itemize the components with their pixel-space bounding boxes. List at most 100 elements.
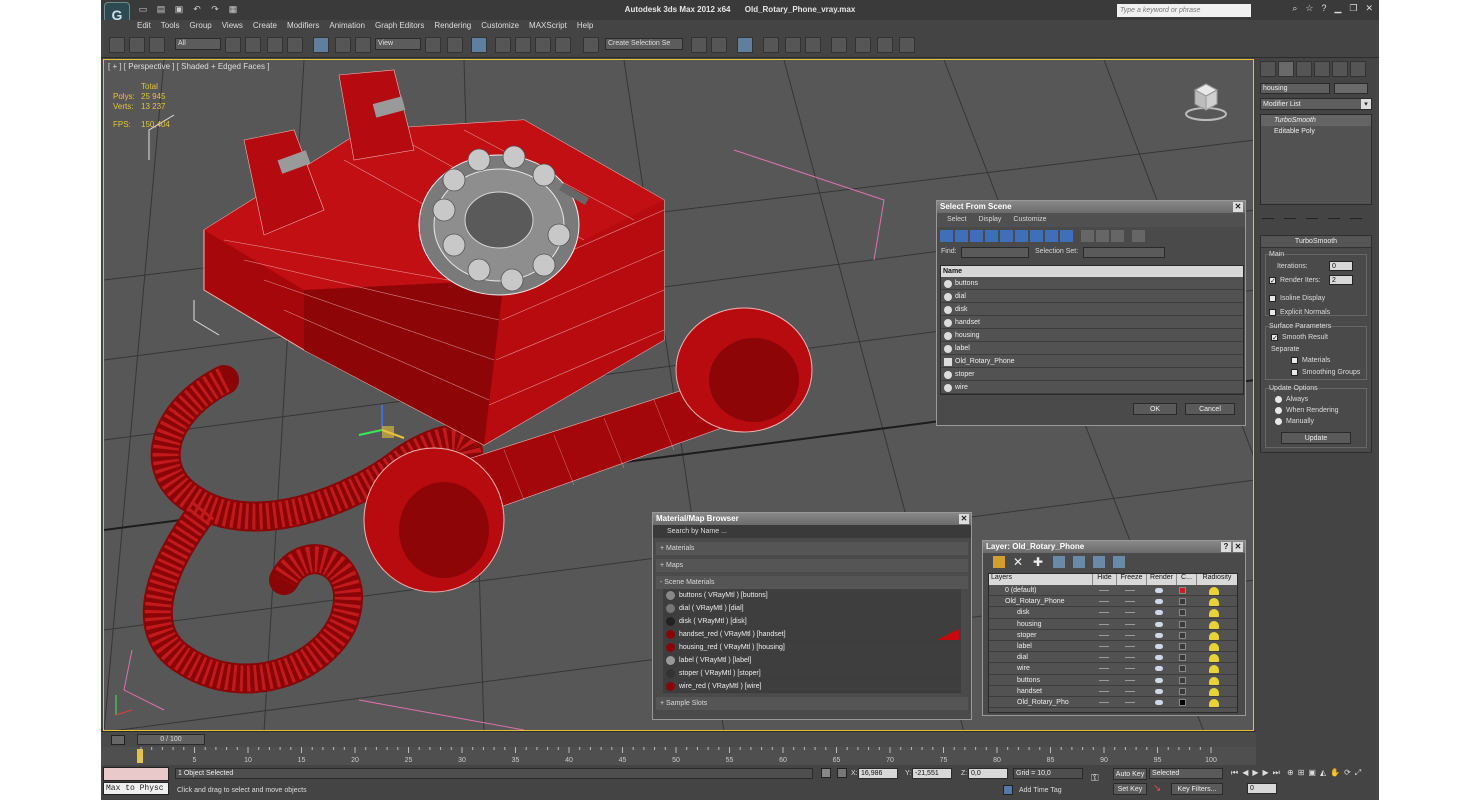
find-input[interactable] bbox=[961, 247, 1029, 258]
display-tab-icon[interactable] bbox=[1332, 61, 1348, 77]
iterations-spinner[interactable]: 0 bbox=[1329, 261, 1353, 271]
list-item[interactable]: buttons bbox=[941, 277, 1243, 290]
set-key-button[interactable]: Set Key bbox=[1113, 783, 1147, 795]
close-icon[interactable]: ✕ bbox=[1233, 202, 1243, 212]
freeze-toggle[interactable] bbox=[1125, 590, 1135, 591]
transform-gizmo-icon[interactable] bbox=[447, 37, 463, 53]
key-mode-icon[interactable]: ↘ bbox=[1153, 783, 1161, 794]
explicit-normals-checkbox[interactable] bbox=[1269, 308, 1276, 316]
auto-key-button[interactable]: Auto Key bbox=[1113, 768, 1147, 780]
material-editor-icon[interactable] bbox=[831, 37, 847, 53]
render-iters-checkbox[interactable]: ✓ bbox=[1269, 276, 1276, 285]
star-icon[interactable]: ☆ bbox=[1305, 3, 1313, 14]
isoline-checkbox[interactable] bbox=[1269, 294, 1276, 302]
highlight-layer-icon[interactable] bbox=[1073, 556, 1085, 568]
list-item[interactable]: stoper bbox=[941, 368, 1243, 381]
layer-color-swatch[interactable] bbox=[1179, 687, 1186, 695]
object-name-field[interactable]: housing bbox=[1260, 83, 1330, 94]
bind-space-warp-icon[interactable] bbox=[149, 37, 165, 53]
freeze-toggle[interactable] bbox=[1125, 690, 1135, 692]
display-xrefs-icon[interactable] bbox=[1045, 230, 1058, 242]
list-item[interactable]: handset_red ( VRayMtl ) [handset] bbox=[663, 628, 961, 641]
render-teapot-icon[interactable] bbox=[1155, 643, 1163, 649]
hide-toggle[interactable] bbox=[1099, 690, 1109, 692]
layer-color-swatch[interactable] bbox=[1179, 631, 1186, 639]
cancel-button[interactable]: Cancel bbox=[1185, 403, 1235, 415]
layer-row[interactable]: disk bbox=[989, 607, 1237, 619]
freeze-all-icon[interactable] bbox=[1113, 556, 1125, 568]
layer-row[interactable]: Old_Rotary_Pho bbox=[989, 697, 1237, 709]
menu-edit[interactable]: Edit bbox=[137, 20, 151, 34]
menu-customize[interactable]: Customize bbox=[481, 20, 519, 34]
select-and-move-icon[interactable] bbox=[313, 37, 329, 53]
menu-group[interactable]: Group bbox=[189, 20, 211, 34]
mini-curve-editor-icon[interactable] bbox=[111, 735, 125, 745]
create-tab-icon[interactable] bbox=[1260, 61, 1276, 77]
render-teapot-icon[interactable] bbox=[1155, 688, 1163, 694]
render-teapot-icon[interactable] bbox=[1155, 621, 1163, 627]
named-selection-set-dropdown[interactable]: Create Selection Se bbox=[605, 38, 683, 50]
freeze-toggle[interactable] bbox=[1125, 679, 1135, 681]
key-icon[interactable]: ⚿ bbox=[1091, 773, 1099, 784]
render-teapot-icon[interactable] bbox=[1155, 588, 1163, 593]
make-unique-icon[interactable] bbox=[1306, 207, 1318, 219]
layer-color-swatch[interactable] bbox=[1179, 587, 1186, 594]
hide-toggle[interactable] bbox=[1099, 634, 1109, 636]
display-all-icon[interactable] bbox=[1081, 230, 1094, 242]
object-color-swatch[interactable] bbox=[1334, 83, 1368, 94]
scene-materials-group-header[interactable]: - Scene Materials bbox=[656, 576, 968, 589]
sfs-menu-select[interactable]: Select bbox=[947, 216, 966, 224]
list-item[interactable]: housing_red ( VRayMtl ) [housing] bbox=[663, 641, 961, 654]
perspective-viewport[interactable]: [ + ] [ Perspective ] [ Shaded + Edged F… bbox=[103, 59, 1254, 731]
radiosity-icon[interactable] bbox=[1209, 698, 1219, 707]
utilities-tab-icon[interactable] bbox=[1350, 61, 1366, 77]
sample-slots-group-header[interactable]: + Sample Slots bbox=[656, 697, 968, 710]
freeze-toggle[interactable] bbox=[1125, 645, 1135, 647]
render-teapot-icon[interactable] bbox=[1155, 610, 1163, 616]
layer-color-swatch[interactable] bbox=[1179, 665, 1186, 673]
modify-tab-icon[interactable] bbox=[1278, 61, 1294, 77]
display-invert-icon[interactable] bbox=[1111, 230, 1124, 242]
hide-toggle[interactable] bbox=[1099, 701, 1109, 703]
display-lights-icon[interactable] bbox=[970, 230, 983, 242]
unlink-icon[interactable] bbox=[129, 37, 145, 53]
freeze-toggle[interactable] bbox=[1125, 623, 1135, 625]
layer-color-swatch[interactable] bbox=[1179, 676, 1186, 684]
sfs-menu-customize[interactable]: Customize bbox=[1013, 216, 1046, 224]
field-of-view-icon[interactable]: ◭ bbox=[1320, 768, 1326, 778]
maps-group-header[interactable]: + Maps bbox=[656, 559, 968, 572]
play-icon[interactable]: ▶ bbox=[1252, 768, 1258, 778]
hide-toggle[interactable] bbox=[1099, 645, 1109, 647]
align-icon[interactable] bbox=[711, 37, 727, 53]
key-set-dropdown[interactable]: Selected bbox=[1149, 768, 1223, 779]
color-column[interactable]: C... bbox=[1177, 574, 1197, 585]
time-slider[interactable]: 0 / 100 bbox=[137, 734, 205, 745]
add-to-layer-icon[interactable]: ✚ bbox=[1033, 556, 1045, 568]
go-to-start-icon[interactable]: ⏮ bbox=[1231, 768, 1238, 778]
selection-filter-dropdown[interactable]: All bbox=[175, 38, 221, 50]
radiosity-icon[interactable] bbox=[1209, 631, 1219, 640]
move-gizmo[interactable] bbox=[358, 405, 405, 439]
freeze-toggle[interactable] bbox=[1125, 657, 1135, 659]
delete-layer-icon[interactable]: ✕ bbox=[1013, 556, 1025, 568]
hide-toggle[interactable] bbox=[1099, 679, 1109, 681]
configure-modifier-sets-icon[interactable] bbox=[1350, 207, 1362, 219]
list-item[interactable]: handset bbox=[941, 316, 1243, 329]
radiosity-icon[interactable] bbox=[1209, 654, 1219, 663]
select-in-layer-icon[interactable] bbox=[1053, 556, 1065, 568]
hide-toggle[interactable] bbox=[1099, 668, 1109, 670]
window-crossing-icon[interactable] bbox=[287, 37, 303, 53]
name-column-header[interactable]: Name bbox=[941, 266, 1243, 277]
sfs-menu-display[interactable]: Display bbox=[978, 216, 1001, 224]
radiosity-icon[interactable] bbox=[1209, 587, 1219, 595]
display-shapes-icon[interactable] bbox=[955, 230, 968, 242]
layer-row[interactable]: wire bbox=[989, 663, 1237, 675]
smooth-result-checkbox[interactable]: ✓ bbox=[1271, 333, 1278, 342]
render-teapot-icon[interactable] bbox=[1155, 632, 1163, 638]
list-item[interactable]: disk bbox=[941, 303, 1243, 316]
menu-animation[interactable]: Animation bbox=[329, 20, 365, 34]
pivot-center-icon[interactable] bbox=[425, 37, 441, 53]
material-browser-titlebar[interactable]: Material/Map Browser ✕ bbox=[653, 513, 971, 525]
manually-radio[interactable] bbox=[1275, 417, 1282, 425]
hide-toggle[interactable] bbox=[1099, 657, 1109, 659]
